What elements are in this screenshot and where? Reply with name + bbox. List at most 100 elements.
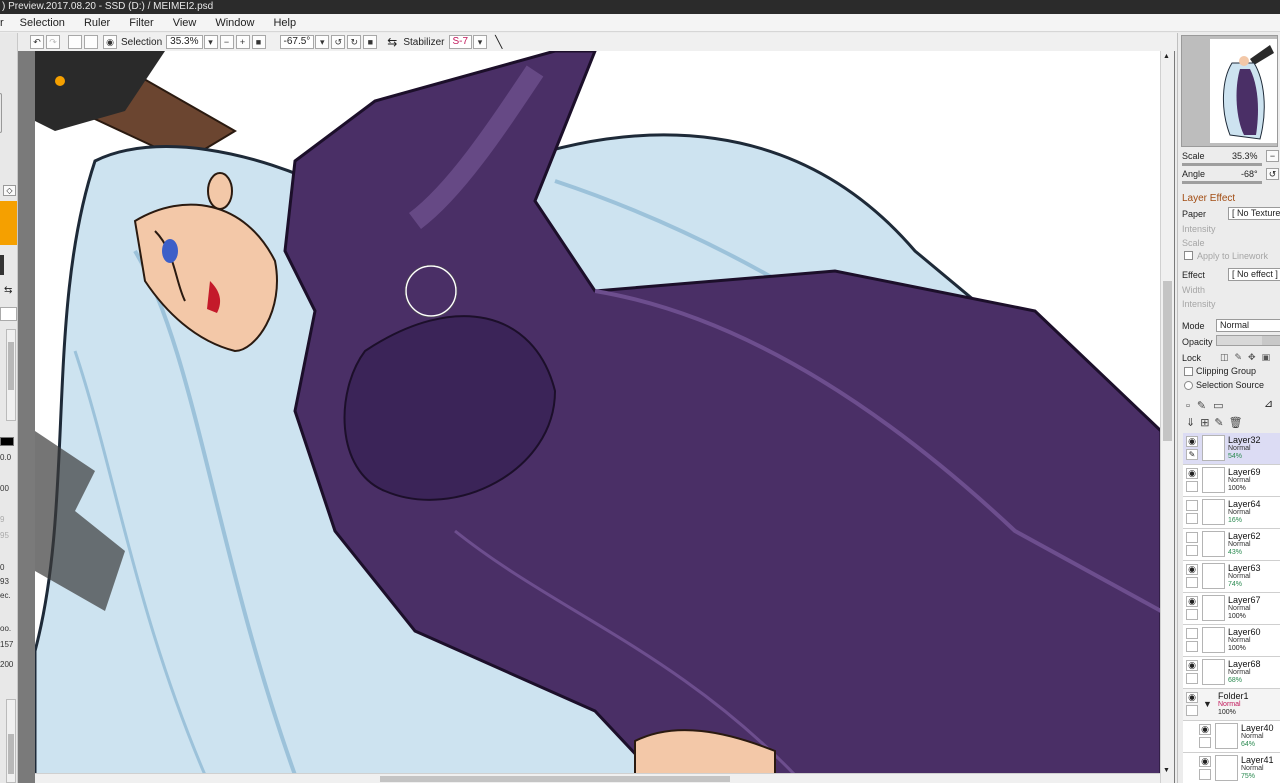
zoom-out-button[interactable]: − (219, 35, 234, 49)
vertical-scroll-thumb[interactable] (1163, 281, 1172, 441)
swap-colors-icon[interactable]: ⇆ (4, 285, 12, 296)
navigator-preview[interactable] (1181, 35, 1278, 147)
color-swatch-black[interactable] (0, 255, 4, 275)
canvas-horizontal-scrollbar[interactable] (35, 773, 1160, 783)
layer-visibility-eye-icon[interactable]: ◉ (1186, 468, 1198, 479)
layer-visibility-box[interactable] (1186, 500, 1198, 511)
angle-dropdown-button[interactable]: ▾ (315, 35, 330, 49)
invert-selection-button[interactable] (84, 35, 98, 49)
color-swatch-orange[interactable] (0, 201, 17, 245)
layer-action-buttons[interactable]: ⇓⊞✎🗑 (1186, 416, 1248, 429)
menu-item-view[interactable]: View (173, 17, 197, 29)
layer-lock-box[interactable] (1186, 577, 1198, 588)
layer-lock-box[interactable] (1186, 545, 1198, 556)
flip-horizontal-icon[interactable]: ⇆ (387, 35, 397, 49)
layer-lock-box[interactable] (1199, 769, 1211, 780)
stabilizer-dropdown-button[interactable]: ▾ (473, 35, 488, 49)
right-panel: Scale 35.3% − Angle -68° ↺ Layer Effect … (1177, 33, 1280, 783)
folder-lock-box[interactable] (1186, 705, 1198, 716)
color-box[interactable] (0, 307, 17, 321)
effect-select[interactable]: [ No effect ] (1228, 268, 1280, 281)
zoom-in-button[interactable]: + (235, 35, 250, 49)
layer-visibility-box[interactable] (1186, 532, 1198, 543)
opacity-slider[interactable] (1216, 335, 1280, 346)
layer-item[interactable]: Layer64 Normal 16% (1183, 497, 1280, 529)
scale-reset-button[interactable]: − (1266, 150, 1279, 162)
scroll-up-arrow-icon[interactable]: ▲ (1163, 53, 1170, 60)
layer-item[interactable]: ◉ Layer69 Normal 100% (1183, 465, 1280, 497)
layer-item[interactable]: ◉ ✎ Layer32 Normal 54% (1183, 433, 1280, 465)
layer-lock-box[interactable] (1186, 609, 1198, 620)
layer-item[interactable]: Layer62 Normal 43% (1183, 529, 1280, 561)
panel-scrollbar[interactable] (6, 329, 16, 421)
layer-visibility-eye-icon[interactable]: ◉ (1186, 436, 1198, 447)
menu-item-ruler[interactable]: Ruler (84, 17, 110, 29)
layer-visibility-eye-icon[interactable]: ◉ (1186, 660, 1198, 671)
scale-slider[interactable] (1182, 163, 1262, 166)
layer-item[interactable]: ◉ Layer67 Normal 100% (1183, 593, 1280, 625)
rotate-ccw-button[interactable]: ↺ (331, 35, 346, 49)
layer-visibility-eye-icon[interactable]: ◉ (1186, 596, 1198, 607)
new-layer-buttons[interactable]: ▫✎▭ (1186, 399, 1231, 412)
angle-slider[interactable] (1182, 181, 1262, 184)
zoom-value-field[interactable]: 35.3% (166, 35, 203, 49)
layer-visibility-eye-icon[interactable]: ◉ (1199, 756, 1211, 767)
folder-visibility-eye-icon[interactable]: ◉ (1186, 692, 1198, 703)
apply-linework-checkbox[interactable] (1184, 251, 1193, 260)
layer-options-icon[interactable]: ⊿ (1264, 397, 1273, 410)
menu-item-layer[interactable]: r (0, 17, 4, 29)
blend-mode-select[interactable]: Normal (1216, 319, 1280, 332)
layer-item[interactable]: Layer60 Normal 100% (1183, 625, 1280, 657)
layer-lock-box[interactable] (1186, 481, 1198, 492)
paper-texture-select[interactable]: [ No Texture (1228, 207, 1280, 220)
artwork-canvas[interactable] (35, 51, 1161, 775)
intensity-label: Intensity (1182, 224, 1216, 234)
zoom-reset-button[interactable]: ■ (251, 35, 266, 49)
clipping-group-checkbox[interactable] (1184, 367, 1193, 376)
menu-item-selection[interactable]: Selection (20, 17, 65, 29)
layer-effect-title[interactable]: Layer Effect (1182, 193, 1235, 204)
canvas-area[interactable] (18, 51, 1175, 783)
layer-visibility-eye-icon[interactable]: ◉ (1199, 724, 1211, 735)
horizontal-scroll-thumb[interactable] (380, 776, 730, 782)
layer-lock-box[interactable] (1186, 513, 1198, 524)
layer-item[interactable]: ◉ Layer40 Normal 64% (1183, 721, 1280, 753)
layer-visibility-box[interactable] (1186, 628, 1198, 639)
folder-expand-icon[interactable]: ▼ (1203, 699, 1212, 709)
stabilizer-value-field[interactable]: S-7 (448, 35, 473, 49)
canvas-vertical-scrollbar[interactable]: ▲ ▼ (1160, 51, 1174, 783)
layer-mode: Normal (1228, 541, 1251, 548)
angle-value-field[interactable]: -67.5° (279, 35, 315, 49)
layer-item[interactable]: ◉ Layer68 Normal 68% (1183, 657, 1280, 689)
layer-lock-box[interactable] (1199, 737, 1211, 748)
toolbar: ↶ ↷ ◉ Selection 35.3% ▾ − + ■ -67.5° ▾ ↺… (30, 33, 1180, 51)
panel-scrollbar-2[interactable] (6, 699, 16, 783)
angle-reset-button[interactable]: ↺ (1266, 168, 1279, 180)
left-value-4: 0 (0, 563, 5, 572)
rotate-cw-button[interactable]: ↻ (347, 35, 362, 49)
rotate-reset-button[interactable]: ■ (363, 35, 378, 49)
layer-lock-box[interactable] (1186, 673, 1198, 684)
layer-pencil-icon[interactable]: ✎ (1186, 449, 1198, 460)
scroll-down-arrow-icon[interactable]: ▼ (1163, 767, 1170, 774)
undo-button[interactable]: ↶ (30, 35, 44, 49)
layer-mode: Normal (1228, 605, 1251, 612)
line-tool-icon[interactable]: ╲ (495, 35, 502, 49)
layer-folder-item[interactable]: ◉ ▼ Folder1 Normal 100% (1183, 689, 1280, 721)
layer-item[interactable]: ◉ Layer41 Normal 75% (1183, 753, 1280, 783)
redo-button[interactable]: ↷ (46, 35, 60, 49)
menu-item-window[interactable]: Window (215, 17, 254, 29)
eye-icon[interactable]: ◉ (103, 35, 117, 49)
layer-mode: Normal (1241, 765, 1264, 772)
layer-opacity: 64% (1241, 741, 1256, 748)
eraser-icon[interactable]: ◇ (3, 185, 16, 196)
menu-item-help[interactable]: Help (273, 17, 296, 29)
menu-item-filter[interactable]: Filter (129, 17, 153, 29)
zoom-dropdown-button[interactable]: ▾ (203, 35, 218, 49)
layer-visibility-eye-icon[interactable]: ◉ (1186, 564, 1198, 575)
selection-source-radio[interactable] (1184, 381, 1193, 390)
deselect-button[interactable] (68, 35, 82, 49)
layer-item[interactable]: ◉ Layer63 Normal 74% (1183, 561, 1280, 593)
lock-icons[interactable]: ◫✎✥▣ (1220, 352, 1280, 363)
layer-lock-box[interactable] (1186, 641, 1198, 652)
